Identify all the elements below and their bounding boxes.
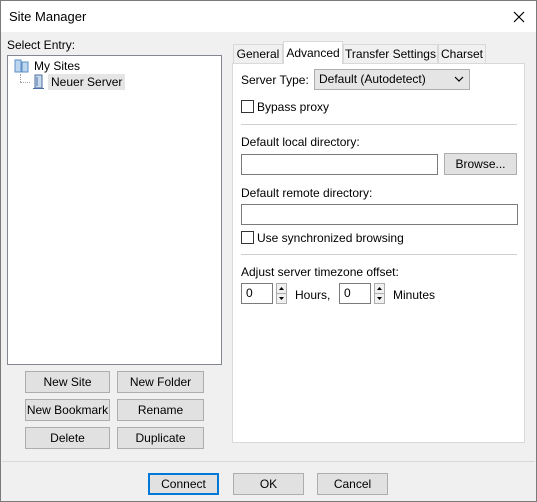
spin-up-button[interactable]: [276, 283, 287, 294]
cancel-button[interactable]: Cancel: [317, 473, 388, 495]
new-bookmark-button[interactable]: New Bookmark: [25, 399, 110, 421]
default-local-dir-input[interactable]: [241, 154, 438, 175]
site-tree[interactable]: My Sites Neuer Server: [7, 55, 222, 365]
new-folder-button[interactable]: New Folder: [117, 371, 204, 393]
duplicate-button[interactable]: Duplicate: [117, 427, 204, 449]
arrow-down-icon: [279, 297, 284, 300]
tab-advanced[interactable]: Advanced: [283, 41, 343, 64]
sync-browsing-checkbox[interactable]: [241, 231, 254, 244]
tab-charset[interactable]: Charset: [438, 44, 486, 63]
default-remote-dir-input[interactable]: [241, 204, 518, 225]
spin-up-button[interactable]: [374, 283, 385, 294]
browse-button[interactable]: Browse...: [444, 153, 517, 175]
folder-sites-icon: [14, 59, 29, 73]
hours-spinner[interactable]: [276, 283, 287, 304]
arrow-up-icon: [377, 287, 382, 290]
tree-child-label: Neuer Server: [48, 74, 126, 90]
arrow-down-icon: [377, 297, 382, 300]
divider: [241, 124, 517, 125]
spin-down-button[interactable]: [374, 294, 385, 304]
title-bar: Site Manager: [1, 1, 536, 32]
ok-button[interactable]: OK: [233, 473, 304, 495]
minutes-spinner[interactable]: [374, 283, 385, 304]
hours-label: Hours,: [295, 288, 331, 302]
new-site-button[interactable]: New Site: [25, 371, 110, 393]
site-manager-window: Site Manager Select Entry: My Sites Neue…: [0, 0, 537, 502]
sync-browsing-label: Use synchronized browsing: [257, 231, 404, 245]
server-type-value: Default (Autodetect): [319, 72, 426, 86]
connect-button[interactable]: Connect: [148, 473, 219, 495]
tree-connector: [20, 74, 21, 82]
timezone-offset-label: Adjust server timezone offset:: [241, 265, 399, 279]
tree-connector: [20, 82, 30, 83]
default-remote-dir-label: Default remote directory:: [241, 186, 373, 200]
tab-transfer-settings[interactable]: Transfer Settings: [343, 44, 438, 63]
divider: [241, 254, 517, 255]
minutes-label: Minutes: [393, 288, 436, 302]
arrow-up-icon: [279, 287, 284, 290]
hours-input[interactable]: 0: [241, 283, 273, 304]
close-icon: [513, 11, 525, 22]
bypass-proxy-label: Bypass proxy: [257, 100, 330, 114]
tree-node-my-sites[interactable]: My Sites: [13, 58, 83, 74]
chevron-down-icon: [454, 76, 464, 82]
default-local-dir-label: Default local directory:: [241, 135, 360, 149]
advanced-tab-panel: [232, 63, 525, 443]
delete-button[interactable]: Delete: [25, 427, 110, 449]
bypass-proxy-checkbox[interactable]: [241, 100, 254, 113]
server-type-label: Server Type:: [241, 73, 309, 87]
minutes-input[interactable]: 0: [339, 283, 371, 304]
spin-down-button[interactable]: [276, 294, 287, 304]
server-type-select[interactable]: Default (Autodetect): [314, 69, 470, 90]
rename-button[interactable]: Rename: [117, 399, 204, 421]
window-title: Site Manager: [9, 9, 87, 24]
close-button[interactable]: [502, 1, 536, 32]
tab-general[interactable]: General: [233, 44, 283, 63]
tree-root-label: My Sites: [34, 59, 81, 73]
tree-node-neuer-server[interactable]: Neuer Server: [30, 74, 126, 90]
server-icon: [33, 74, 44, 89]
select-entry-label: Select Entry:: [7, 38, 76, 52]
footer-divider: [2, 461, 535, 462]
